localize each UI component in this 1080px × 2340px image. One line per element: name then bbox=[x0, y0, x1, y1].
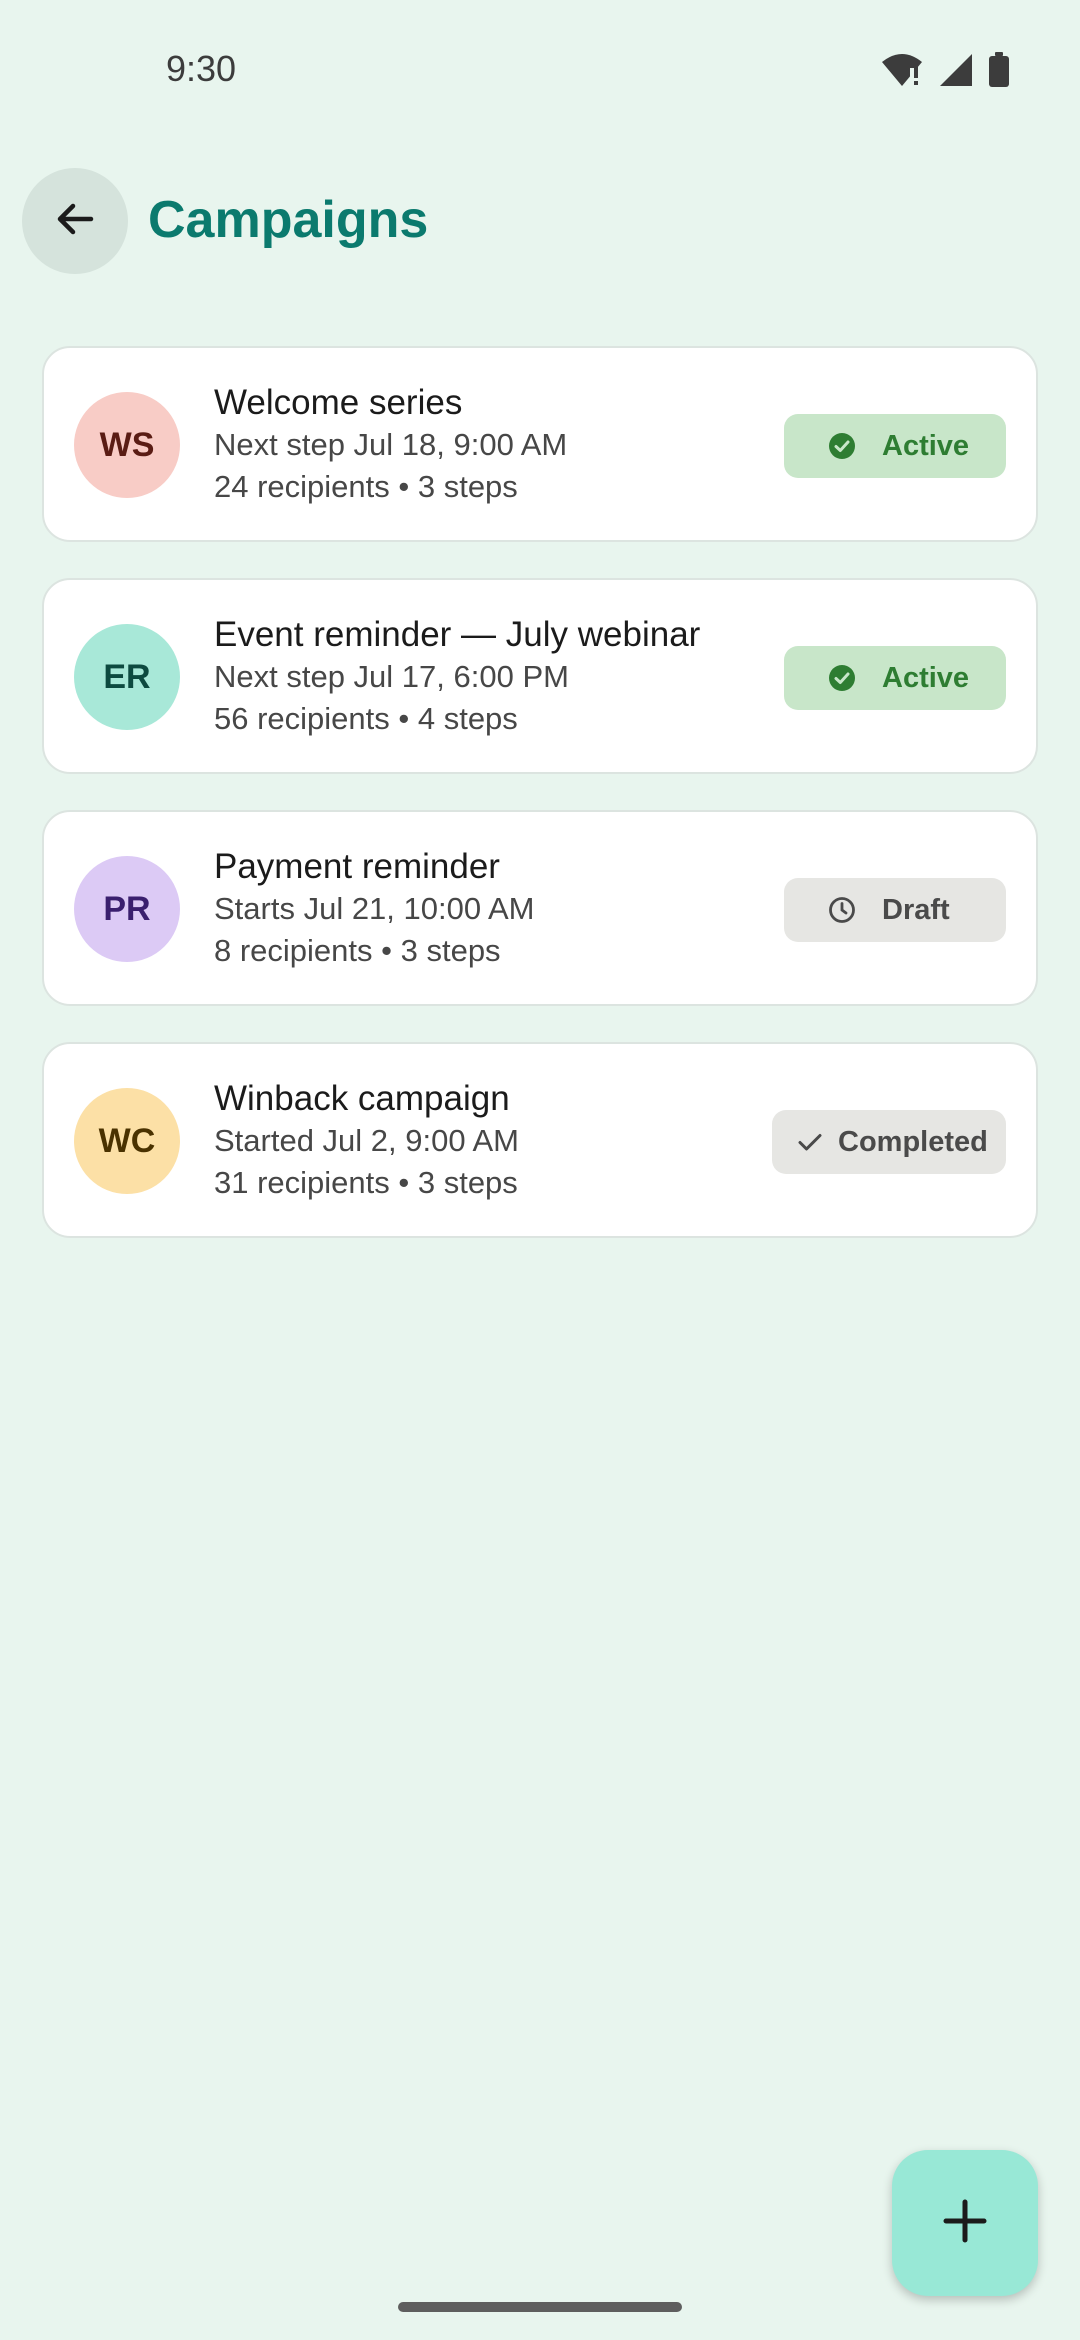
campaign-schedule: Next step Jul 17, 6:00 PM bbox=[214, 659, 569, 694]
page-title: Campaigns bbox=[148, 191, 429, 249]
status-bar: 9:30 bbox=[0, 0, 1080, 140]
avatar: ER bbox=[74, 624, 180, 730]
status-badge: Completed bbox=[772, 1110, 1006, 1174]
home-indicator bbox=[398, 2302, 682, 2312]
campaign-schedule: Next step Jul 18, 9:00 AM bbox=[214, 427, 568, 462]
arrow-left-icon bbox=[51, 195, 99, 248]
check-circle-icon bbox=[828, 664, 856, 692]
check-icon bbox=[796, 1128, 824, 1156]
status-label: Active bbox=[882, 661, 970, 694]
plus-icon bbox=[943, 2199, 987, 2248]
status-time: 9:30 bbox=[166, 48, 237, 89]
campaign-info: Payment reminder Starts Jul 21, 10:00 AM… bbox=[214, 846, 535, 972]
campaign-title: Winback campaign bbox=[214, 1079, 510, 1118]
status-badge: Active bbox=[784, 414, 1006, 478]
signal-icon bbox=[938, 52, 974, 93]
campaign-info: Winback campaign Started Jul 2, 9:00 AM … bbox=[214, 1078, 519, 1204]
status-badge: Draft bbox=[784, 878, 1006, 942]
battery-icon bbox=[988, 52, 1010, 93]
status-badge: Active bbox=[784, 646, 1006, 710]
campaign-title: Event reminder — July webinar bbox=[214, 615, 701, 654]
add-campaign-button[interactable] bbox=[892, 2150, 1038, 2296]
avatar: WC bbox=[74, 1088, 180, 1194]
app-bar: Campaigns bbox=[0, 166, 1080, 276]
campaign-info: Welcome series Next step Jul 18, 9:00 AM… bbox=[214, 382, 567, 508]
campaign-meta: 56 recipients • 4 steps bbox=[214, 701, 518, 736]
campaign-schedule: Starts Jul 21, 10:00 AM bbox=[214, 891, 535, 926]
campaign-meta: 31 recipients • 3 steps bbox=[214, 1165, 518, 1200]
clock-icon bbox=[828, 896, 856, 924]
campaign-card[interactable]: ER Event reminder — July webinar Next st… bbox=[42, 578, 1038, 774]
campaign-card[interactable]: PR Payment reminder Starts Jul 21, 10:00… bbox=[42, 810, 1038, 1006]
status-label: Completed bbox=[838, 1125, 988, 1158]
wifi-icon bbox=[880, 52, 924, 93]
campaign-list: WS Welcome series Next step Jul 18, 9:00… bbox=[42, 346, 1038, 1274]
campaign-card[interactable]: WC Winback campaign Started Jul 2, 9:00 … bbox=[42, 1042, 1038, 1238]
campaign-schedule: Started Jul 2, 9:00 AM bbox=[214, 1123, 520, 1158]
campaign-meta: 8 recipients • 3 steps bbox=[214, 933, 501, 968]
campaign-title: Welcome series bbox=[214, 383, 463, 422]
back-button[interactable] bbox=[22, 168, 128, 274]
status-label: Active bbox=[882, 429, 970, 462]
avatar: PR bbox=[74, 856, 180, 962]
campaign-card[interactable]: WS Welcome series Next step Jul 18, 9:00… bbox=[42, 346, 1038, 542]
status-icons bbox=[880, 52, 1010, 93]
check-circle-icon bbox=[828, 432, 856, 460]
status-label: Draft bbox=[882, 893, 950, 926]
avatar: WS bbox=[74, 392, 180, 498]
campaign-info: Event reminder — July webinar Next step … bbox=[214, 614, 700, 740]
campaign-title: Payment reminder bbox=[214, 847, 500, 886]
campaign-meta: 24 recipients • 3 steps bbox=[214, 469, 518, 504]
